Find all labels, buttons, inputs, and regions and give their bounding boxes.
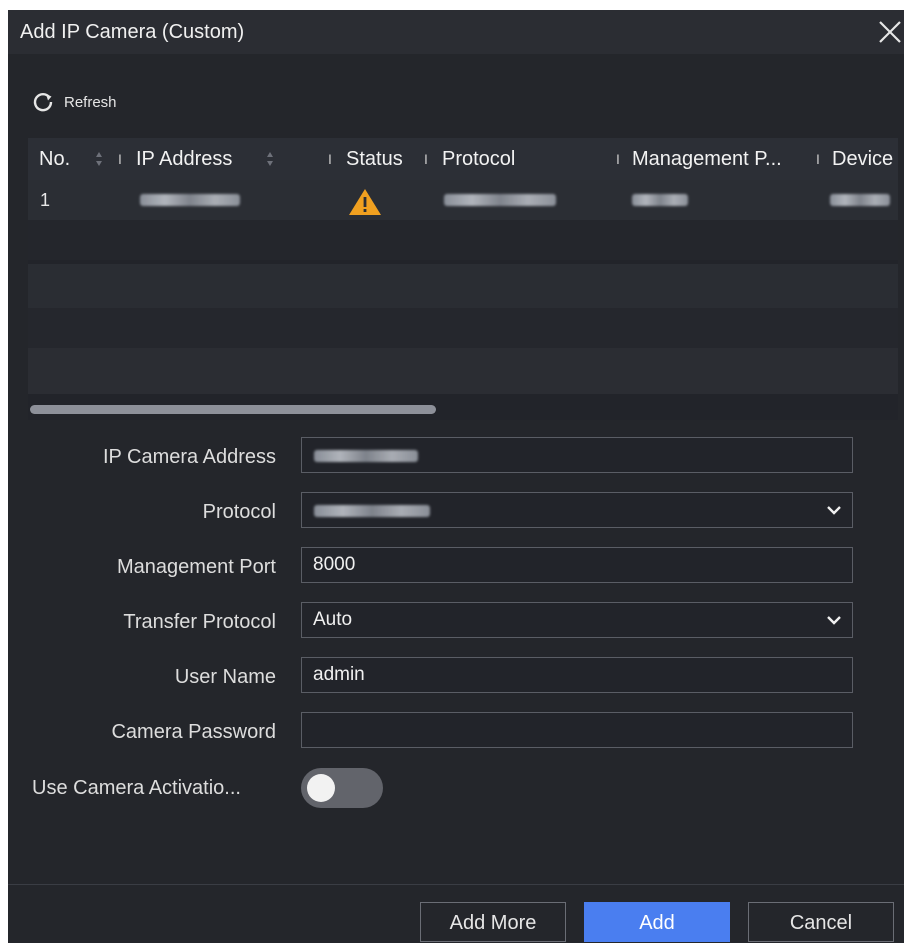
management-port-input[interactable] (313, 548, 813, 582)
user-name-row: User Name (8, 657, 904, 697)
table-row-empty (28, 308, 898, 348)
dialog-titlebar: Add IP Camera (Custom) (8, 10, 904, 54)
transfer-protocol-select[interactable]: Auto (301, 602, 853, 638)
camera-activation-row: Use Camera Activatio... (8, 768, 904, 808)
row-number: 1 (40, 190, 51, 210)
column-header-protocol[interactable]: Protocol (442, 138, 515, 180)
horizontal-scrollbar[interactable] (28, 398, 898, 420)
chevron-down-icon (827, 616, 841, 625)
add-ip-camera-dialog: Add IP Camera (Custom) Refresh No. I IP … (8, 10, 904, 943)
column-header-no[interactable]: No. (39, 138, 70, 180)
close-icon[interactable] (876, 18, 904, 46)
chevron-down-icon (827, 506, 841, 515)
table-row-empty (28, 220, 898, 260)
sort-icon[interactable] (95, 151, 103, 167)
protocol-label: Protocol (202, 501, 276, 523)
dialog-footer: Add More Add Cancel (8, 884, 904, 943)
camera-password-row: Camera Password (8, 712, 904, 752)
ip-camera-address-field[interactable] (301, 437, 853, 473)
warning-icon (349, 189, 381, 215)
scrollbar-thumb[interactable] (30, 405, 436, 414)
refresh-icon (33, 93, 53, 112)
protocol-select[interactable] (301, 492, 853, 528)
protocol-row: Protocol (8, 492, 904, 532)
camera-table: No. I IP Address I Status I Protocol I M… (28, 138, 898, 420)
camera-password-label: Camera Password (111, 721, 276, 743)
ip-camera-address-row: IP Camera Address (8, 437, 904, 477)
redacted-device (830, 194, 890, 206)
camera-activation-label: Use Camera Activatio... (32, 777, 241, 799)
cancel-button[interactable]: Cancel (748, 902, 894, 942)
sort-icon[interactable] (266, 151, 274, 167)
user-name-label: User Name (174, 666, 276, 688)
camera-password-input[interactable] (313, 713, 813, 747)
column-header-status[interactable]: Status (346, 138, 403, 180)
table-row[interactable]: 1 (28, 180, 898, 220)
transfer-protocol-label: Transfer Protocol (123, 611, 276, 633)
transfer-protocol-value: Auto (313, 609, 353, 630)
add-more-button[interactable]: Add More (420, 902, 566, 942)
redacted-protocol-value (314, 505, 430, 517)
column-separator[interactable]: I (118, 138, 122, 180)
dialog-title: Add IP Camera (Custom) (20, 21, 245, 43)
refresh-button[interactable]: Refresh (32, 90, 117, 114)
column-header-device[interactable]: Device (832, 138, 893, 180)
transfer-protocol-row: Transfer Protocol Auto (8, 602, 904, 642)
management-port-label: Management Port (117, 556, 276, 578)
redacted-ip-address (140, 194, 240, 206)
add-button[interactable]: Add (584, 902, 730, 942)
refresh-label: Refresh (64, 93, 117, 111)
column-separator[interactable]: I (816, 138, 820, 180)
column-separator[interactable]: I (424, 138, 428, 180)
toggle-knob (307, 774, 335, 802)
table-row-empty (28, 264, 898, 308)
redacted-port (632, 194, 688, 206)
user-name-input[interactable] (313, 658, 813, 692)
table-header: No. I IP Address I Status I Protocol I M… (28, 138, 898, 180)
column-separator[interactable]: I (616, 138, 620, 180)
user-name-field[interactable] (301, 657, 853, 693)
management-port-field[interactable] (301, 547, 853, 583)
column-separator[interactable]: I (328, 138, 332, 180)
redacted-protocol (444, 194, 556, 206)
column-header-ip-address[interactable]: IP Address (136, 138, 232, 180)
table-row-empty (28, 348, 898, 394)
camera-activation-toggle[interactable] (301, 768, 383, 808)
management-port-row: Management Port (8, 547, 904, 587)
camera-password-field[interactable] (301, 712, 853, 748)
column-header-management-port[interactable]: Management P... (632, 138, 782, 180)
redacted-ip-value (314, 450, 418, 462)
ip-camera-address-label: IP Camera Address (102, 446, 276, 468)
